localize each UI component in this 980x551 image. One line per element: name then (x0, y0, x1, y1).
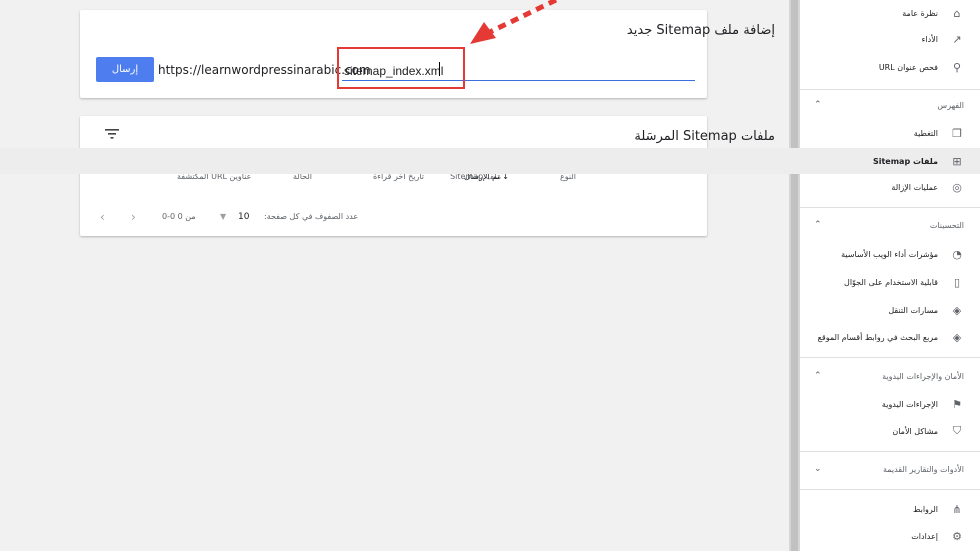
sidebar-item-coverage[interactable]: ❐ التغطية (914, 120, 964, 146)
sidebar-item-settings[interactable]: ⚙ إعدادات (911, 523, 964, 549)
prev-page-icon[interactable]: ‹ (100, 210, 105, 224)
sidebar-divider (800, 357, 980, 358)
chevron-up-icon[interactable]: ⌃ (814, 100, 822, 110)
sitemap-icon: ⊞ (952, 154, 962, 168)
sidebar-item-mobile-usability[interactable]: ▯ قابلية الاستخدام على الجوّال (844, 269, 964, 295)
page-range-label: 0-0 من 0 (162, 212, 196, 221)
sidebar-item-security-issues[interactable]: ⛉ مشاكل الأمان (892, 418, 964, 444)
sidebar-item-performance[interactable]: ↗ الأداء (922, 26, 964, 52)
filter-icon[interactable] (105, 129, 119, 139)
layers-icon: ◈ (952, 303, 962, 317)
home-icon: ⌂ (953, 6, 961, 20)
sidebar-item-sitelinks-searchbox[interactable]: ◈ مربع البحث في روابط أقسام الموقع (818, 324, 964, 350)
search-icon: ⚲ (952, 60, 962, 74)
layers-icon: ◈ (952, 330, 962, 344)
submit-button[interactable]: إرسال (96, 57, 154, 82)
sidebar-item-removals[interactable]: ◎ عمليات الإزالة (891, 174, 964, 200)
sidebar-item-overview[interactable]: ⌂ نظرة عامة (902, 0, 964, 26)
sidebar-item-sitemaps[interactable]: ⊞ ملفات Sitemap (0, 148, 980, 174)
scrollbar-thumb[interactable] (791, 0, 798, 551)
annotation-highlight-box (337, 47, 465, 89)
scrollbar[interactable] (789, 0, 800, 551)
sidebar-item-url-inspection[interactable]: ⚲ فحص عنوان URL (879, 54, 964, 80)
gear-icon: ⚙ (952, 529, 962, 543)
section-title-enhancements[interactable]: التحسينات (930, 221, 964, 230)
trend-icon: ↗ (952, 32, 962, 46)
main-content: إضافة ملف Sitemap جديد إرسال https://lea… (0, 0, 789, 551)
shield-icon: ⛉ (952, 424, 962, 437)
dropdown-arrow-icon[interactable]: ▼ (220, 212, 226, 221)
rows-per-page-label: عدد الصفوف في كل صفحة: (264, 212, 359, 221)
eye-off-icon: ◎ (952, 180, 962, 194)
sidebar-divider (800, 489, 980, 490)
next-page-icon[interactable]: › (131, 210, 136, 224)
add-sitemap-title: إضافة ملف Sitemap جديد (626, 23, 775, 38)
chevron-down-icon[interactable]: ⌄ (814, 464, 822, 474)
sidebar-divider (800, 207, 980, 208)
submitted-sitemaps-title: ملفات Sitemap المرسَلة (634, 129, 775, 144)
flag-icon: ⚑ (952, 397, 962, 411)
gauge-icon: ◔ (952, 247, 962, 261)
sidebar-item-links[interactable]: ⋔ الروابط (913, 496, 964, 522)
sidebar-divider (800, 89, 980, 90)
copy-icon: ❐ (952, 126, 962, 140)
sidebar-item-manual-actions[interactable]: ⚑ الإجراءات اليدوية (882, 391, 964, 417)
chevron-up-icon[interactable]: ⌃ (814, 371, 822, 381)
phone-icon: ▯ (953, 275, 961, 289)
annotation-arrow (470, 0, 558, 44)
sidebar-item-breadcrumbs[interactable]: ◈ مسارات التنقل (888, 297, 964, 323)
network-icon: ⋔ (952, 502, 962, 516)
section-title-index[interactable]: الفهرس (937, 101, 964, 110)
section-title-legacy-tools[interactable]: الأدوات والتقارير القديمة (883, 465, 964, 474)
section-title-security[interactable]: الأمان والإجراءات اليدوية (882, 372, 964, 381)
sidebar-item-core-web-vitals[interactable]: ◔ مؤشرات أداء الويب الأساسية (841, 241, 964, 267)
chevron-up-icon[interactable]: ⌃ (814, 220, 822, 230)
sidebar-divider (800, 451, 980, 452)
rows-per-page-select[interactable]: 10 (238, 212, 249, 222)
